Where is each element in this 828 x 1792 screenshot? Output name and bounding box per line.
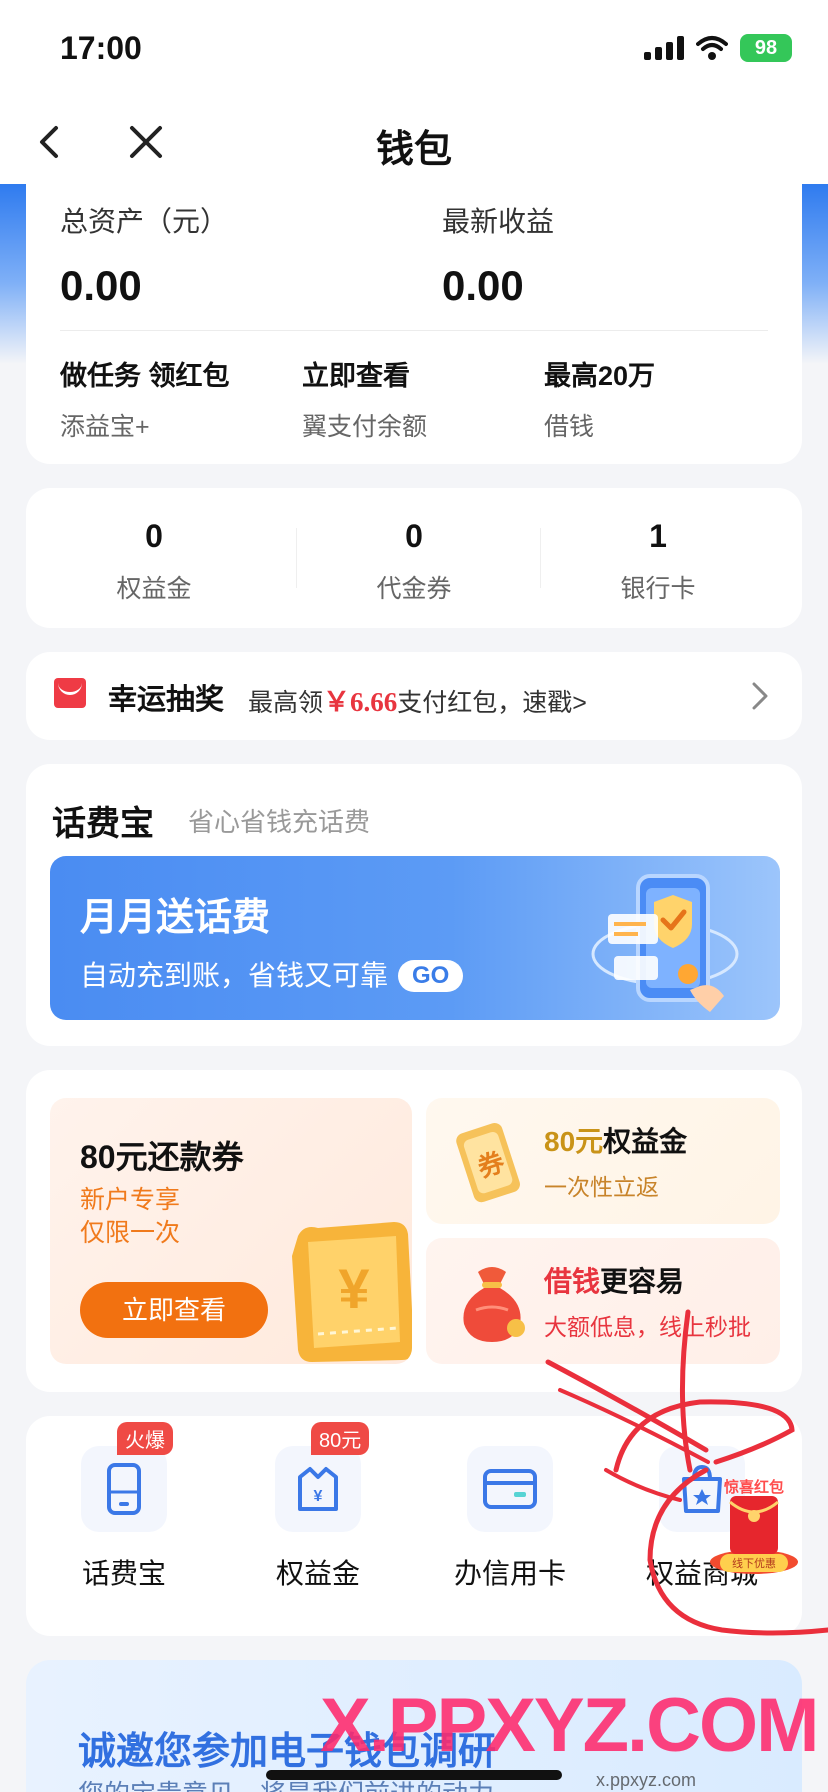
stat-vouchers[interactable]: 0 代金券 [294,518,534,605]
service-label: 权益金 [275,1558,360,1589]
promo-subtitle: 一次性立返 [544,1174,659,1200]
nav-bar: 钱包 [0,100,828,184]
loan-promo[interactable]: 借钱更容易 大额低息，线上秒批 [426,1238,780,1364]
home-indicator [266,1770,562,1780]
latest-earnings-label: 最新收益 [442,206,555,237]
floating-title: 惊喜红包 [724,1478,784,1496]
lucky-draw-text-before: 最高领 [248,689,324,717]
battery-indicator: 98 [740,34,792,62]
floating-sub: 线下优惠 [732,1556,776,1570]
ticket-illustration: 券 [456,1123,520,1203]
huafeibao-subtitle: 省心省钱充话费 [188,807,371,837]
service-rights-fund[interactable]: ¥ 80元 权益金 [258,1422,378,1592]
amount-badge: 80元 [311,1422,370,1455]
cellular-signal-icon [644,36,684,60]
coupon-illustration: ¥ [292,1222,412,1362]
promo-subtitle: 大额低息，线上秒批 [544,1314,751,1340]
money-bag-illustration [463,1267,525,1342]
go-button[interactable]: GO [398,960,464,992]
link-title: 立即查看 [302,361,410,391]
link-title: 最高20万 [544,361,656,391]
huafeibao-title: 话费宝 [52,805,154,843]
promo-title-accent: 借钱 [544,1266,601,1297]
service-icon-box: ¥ 80元 [275,1422,370,1532]
monthly-phone-credit-banner[interactable]: 月月送话费 自动充到账，省钱又可靠 GO [50,856,780,1020]
watermark: X.PPXYZ.COM [320,1683,819,1768]
stat-label: 权益金 [116,575,192,603]
stat-value: 0 [405,518,423,554]
credit-card-icon [483,1469,537,1509]
coupon-yen-glyph: ¥ [338,1257,369,1320]
lucky-draw-amount: ￥6.66 [323,687,398,717]
balance-link[interactable]: 立即查看 翼支付余额 [302,354,427,443]
banner-title: 月月送话费 [80,897,271,939]
lucky-draw-text: 最高领￥6.66支付红包，速戳> [248,680,587,719]
task-redpacket-link[interactable]: 做任务 领红包 添益宝+ [60,354,230,443]
banner-subtitle-text: 自动充到账，省钱又可靠 [80,960,389,991]
chevron-right-icon [752,682,768,710]
promo-title-accent: 80元 [544,1126,604,1157]
divider [60,330,768,331]
promo-title: 80元权益金 [544,1120,687,1160]
hot-badge: 火爆 [117,1422,173,1455]
total-assets-label: 总资产（元） [60,206,229,237]
huafeibao-card: 话费宝 省心省钱充话费 月月送话费 自动充到账，省钱又可靠 GO [26,764,802,1046]
repayment-coupon-promo[interactable]: 80元还款券 新户专享 仅限一次 立即查看 ¥ [50,1098,412,1364]
latest-earnings-value: 0.00 [442,262,524,309]
services-card: 火爆 话费宝 ¥ 80元 权益金 办信用卡 权益商城 [26,1416,802,1636]
svg-text:¥: ¥ [314,1488,323,1505]
lucky-draw-text-after: 支付红包，速戳> [397,689,587,717]
total-assets-value: 0.00 [60,262,142,309]
stat-bank-cards[interactable]: 1 银行卡 [538,518,778,605]
status-icons: 98 [644,34,792,62]
promo-title: 借钱更容易 [544,1260,684,1300]
promotions-card: 80元还款券 新户专享 仅限一次 立即查看 ¥ 券 80元权益金 一次性立返 借… [26,1070,802,1392]
assets-card: 总资产（元） 0.00 最新收益 0.00 做任务 领红包 添益宝+ 立即查看 … [26,176,802,464]
phone-icon [107,1463,141,1515]
promo-line-2: 仅限一次 [80,1219,181,1247]
stat-label: 代金券 [376,575,452,603]
rights-fund-promo[interactable]: 券 80元权益金 一次性立返 [426,1098,780,1224]
link-title: 做任务 领红包 [60,361,230,391]
link-sub: 翼支付余额 [302,413,428,441]
stats-card: 0 权益金 0 代金券 1 银行卡 [26,488,802,628]
status-time: 17:00 [60,30,142,66]
phone-shield-illustration [591,874,739,1012]
wifi-icon [696,36,728,60]
stat-rights-fund[interactable]: 0 权益金 [34,518,274,605]
stat-value: 0 [145,518,163,554]
stat-value: 1 [649,518,667,554]
watermark-sub: x.ppxyz.com [596,1770,697,1790]
red-envelope-icon [54,678,86,708]
service-label: 话费宝 [81,1558,166,1589]
total-assets[interactable]: 总资产（元） 0.00 [60,200,228,310]
service-huafeibao[interactable]: 火爆 话费宝 [64,1422,184,1592]
view-now-button[interactable]: 立即查看 [80,1282,268,1338]
banner-subtitle: 自动充到账，省钱又可靠 GO [80,954,464,994]
page-title: 钱包 [375,129,452,171]
promo-title-rest: 更容易 [600,1266,685,1297]
lucky-draw-title: 幸运抽奖 [108,684,225,716]
stat-label: 银行卡 [620,575,696,603]
promo-title: 80元还款券 [80,1139,244,1175]
promo-line-1: 新户专享 [80,1186,181,1214]
latest-earnings[interactable]: 最新收益 0.00 [442,200,554,310]
link-sub: 添益宝+ [60,413,150,441]
service-label: 办信用卡 [453,1558,566,1589]
lucky-draw-banner[interactable]: 幸运抽奖 最高领￥6.66支付红包，速戳> [26,652,802,740]
service-icon-box [467,1446,553,1532]
battery-level: 98 [754,36,778,59]
floating-red-packet-widget[interactable]: 惊喜红包 线下优惠 [706,1470,802,1580]
gift-icon: ¥ [298,1467,338,1511]
service-icon-box: 火爆 [81,1422,173,1532]
promo-title-rest: 权益金 [603,1126,688,1157]
promo-subtitle: 新户专享 仅限一次 [80,1184,180,1250]
service-credit-card[interactable]: 办信用卡 [450,1446,570,1592]
status-bar: 17:00 98 [0,0,828,100]
loan-link[interactable]: 最高20万 借钱 [544,354,655,443]
link-sub: 借钱 [544,413,595,441]
